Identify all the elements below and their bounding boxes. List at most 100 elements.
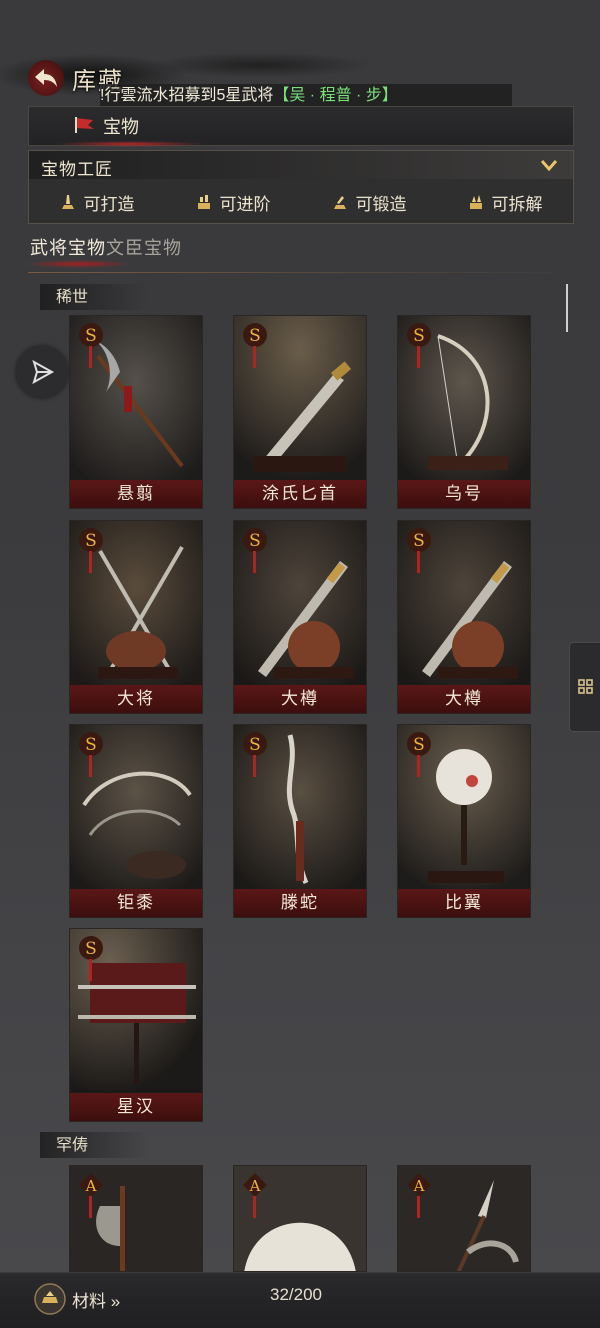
treasure-card[interactable]: S 大将 <box>69 520 203 714</box>
treasure-card[interactable]: A <box>233 1165 367 1272</box>
tassel <box>253 1196 256 1218</box>
ascend-icon <box>197 195 210 209</box>
svg-text:A: A <box>249 1177 261 1195</box>
svg-text:A: A <box>413 1177 425 1195</box>
tassel <box>417 551 420 573</box>
tab-general-treasure[interactable]: 武将宝物 <box>30 234 106 262</box>
grade-s-badge: S <box>79 323 103 347</box>
section-label-uncommon: 罕俦 <box>40 1132 150 1158</box>
grid-icon <box>577 679 593 694</box>
svg-text:S: S <box>85 326 97 346</box>
tab-treasure[interactable]: 宝物 <box>73 111 139 141</box>
tassel <box>253 346 256 368</box>
tassel <box>253 551 256 573</box>
tab-minister-treasure[interactable]: 文臣宝物 <box>106 234 182 262</box>
materials-icon <box>34 1283 66 1315</box>
grade-s-badge: S <box>407 732 431 756</box>
tab-treasure-label: 宝物 <box>103 117 139 138</box>
tassel <box>417 755 420 777</box>
tassel <box>89 346 92 368</box>
treasure-card[interactable]: S 乌号 <box>397 315 531 509</box>
svg-text:S: S <box>85 735 97 755</box>
inventory-count: 32/200 <box>270 1285 322 1304</box>
grade-s-badge: S <box>407 323 431 347</box>
svg-text:S: S <box>413 531 425 551</box>
treasure-card[interactable]: S 星汉 <box>69 928 203 1122</box>
treasure-name: 钜黍 <box>70 889 202 917</box>
grid-view-toggle[interactable] <box>569 642 600 732</box>
svg-text:S: S <box>413 735 425 755</box>
tab-underline <box>55 141 205 147</box>
treasure-card[interactable]: A <box>69 1165 203 1272</box>
grade-a-badge: A <box>407 1173 431 1197</box>
svg-text:S: S <box>85 939 97 959</box>
broadcast-player: !行雲流水 <box>100 87 169 104</box>
craft-dismantle[interactable]: 可拆解 <box>437 187 573 217</box>
treasure-card[interactable]: S 比翼 <box>397 724 531 918</box>
treasure-card[interactable]: S 大樽 <box>397 520 531 714</box>
svg-text:S: S <box>85 531 97 551</box>
treasure-name: 涂氏匕首 <box>234 480 366 508</box>
treasure-card[interactable]: A <box>397 1165 531 1272</box>
chevron-down-icon[interactable] <box>539 155 559 175</box>
flag-icon <box>73 114 103 139</box>
materials-label: 材料 » <box>72 1291 121 1311</box>
craft-temper-label: 可锻造 <box>355 194 407 215</box>
treasure-name: 乌号 <box>398 480 530 508</box>
craft-title: 宝物工匠 <box>41 160 113 180</box>
treasure-craftsman-panel: 宝物工匠 可打造 可进阶 可锻造 可拆解 <box>28 150 574 224</box>
svg-text:A: A <box>85 1177 97 1195</box>
treasure-card[interactable]: S 钜黍 <box>69 724 203 918</box>
treasure-name: 大樽 <box>234 685 366 713</box>
tassel <box>253 755 256 777</box>
grade-s-badge: S <box>79 528 103 552</box>
bottom-bar: 材料 » 32/200 <box>0 1272 600 1328</box>
recruit-broadcast: !行雲流水招募到5星武将【吴 · 程普 · 步】 <box>100 84 512 108</box>
broadcast-general: 【吴 · 程普 · 步】 <box>273 87 398 104</box>
grade-s-badge: S <box>243 323 267 347</box>
treasure-name: 悬翦 <box>70 480 202 508</box>
back-arrow-icon <box>35 69 57 87</box>
treasure-card[interactable]: S 大樽 <box>233 520 367 714</box>
craft-advance-label: 可进阶 <box>219 194 271 215</box>
craft-forge[interactable]: 可打造 <box>29 187 165 217</box>
category-tabs: 武将宝物 文臣宝物 <box>30 234 182 262</box>
treasure-name: 星汉 <box>70 1093 202 1121</box>
craft-title-bar: 宝物工匠 <box>29 151 573 180</box>
tassel <box>89 551 92 573</box>
grade-a-badge: A <box>79 1173 103 1197</box>
divider <box>28 272 572 273</box>
tassel <box>89 959 92 981</box>
tassel <box>417 1196 420 1218</box>
treasure-name: 大樽 <box>398 685 530 713</box>
category-underline <box>24 260 134 268</box>
svg-text:S: S <box>249 735 261 755</box>
svg-text:S: S <box>249 326 261 346</box>
craft-advance[interactable]: 可进阶 <box>165 187 301 217</box>
craft-forge-label: 可打造 <box>83 194 135 215</box>
materials-button[interactable]: 材料 » <box>34 1283 120 1315</box>
craft-temper[interactable]: 可锻造 <box>301 187 437 217</box>
send-icon <box>32 359 55 385</box>
grade-s-badge: S <box>79 936 103 960</box>
section-label-rare: 稀世 <box>40 284 150 310</box>
dismantle-icon <box>469 195 482 209</box>
treasure-name: 比翼 <box>398 889 530 917</box>
treasure-name: 滕蛇 <box>234 889 366 917</box>
tassel <box>417 346 420 368</box>
tassel <box>89 755 92 777</box>
grade-s-badge: S <box>79 732 103 756</box>
scrollbar[interactable] <box>566 284 568 332</box>
share-button[interactable] <box>16 346 68 398</box>
treasure-card[interactable]: S 滕蛇 <box>233 724 367 918</box>
treasure-card[interactable]: S 悬翦 <box>69 315 203 509</box>
hammer-icon <box>333 196 346 209</box>
treasure-card[interactable]: S 涂氏匕首 <box>233 315 367 509</box>
back-button[interactable] <box>28 60 64 96</box>
svg-text:S: S <box>413 326 425 346</box>
grade-a-badge: A <box>243 1173 267 1197</box>
grade-s-badge: S <box>407 528 431 552</box>
treasure-name: 大将 <box>70 685 202 713</box>
broadcast-text: 招募到5星武将 <box>168 87 274 104</box>
treasure-tab-bar: 宝物 <box>28 106 574 147</box>
